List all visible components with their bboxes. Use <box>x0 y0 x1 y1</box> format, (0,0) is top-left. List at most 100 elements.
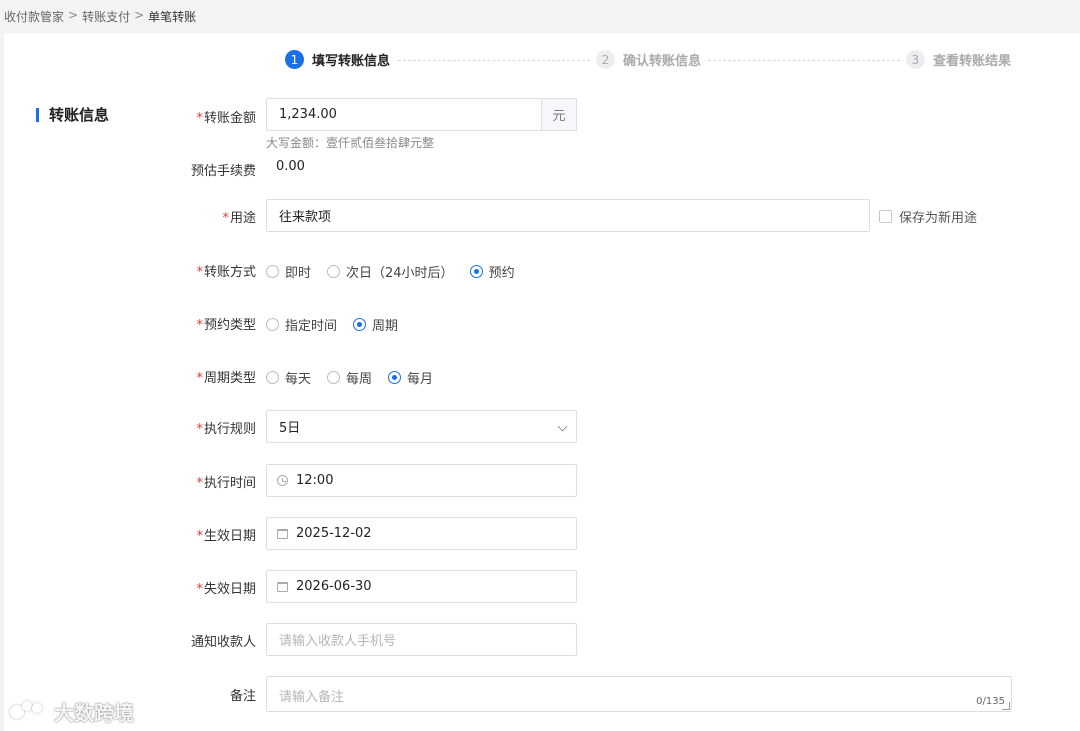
step-progress: 1 填写转账信息 2 确认转账信息 3 查看转账结果 <box>4 33 1080 89</box>
required-mark: * <box>196 318 203 333</box>
fee-row: 预估手续费 0.00 <box>4 159 1080 179</box>
breadcrumb-separator: > <box>68 8 79 22</box>
amount-row: *转账金额 1,234.00 元 大写金额：壹仟贰佰叁拾肆元整 <box>4 98 1080 168</box>
required-mark: * <box>196 371 203 386</box>
exec-time-value: 12:00 <box>296 473 334 488</box>
radio-dot[interactable] <box>388 371 402 384</box>
step-fill-info: 1 填写转账信息 <box>285 50 390 69</box>
chevron-down-icon <box>557 421 568 432</box>
fee-value: 0.00 <box>276 159 305 174</box>
step-number: 1 <box>285 50 304 69</box>
radio-specified-time[interactable]: 指定时间 <box>266 315 337 334</box>
required-mark: * <box>196 582 203 597</box>
amount-value: 1,234.00 <box>279 107 337 122</box>
notify-placeholder: 请输入收款人手机号 <box>279 634 397 649</box>
schedule-type-row: *预约类型 指定时间 周期 <box>4 314 1080 334</box>
remark-textarea[interactable]: 请输入备注 0/135 <box>266 676 1012 712</box>
amount-uppercase-hint: 大写金额：壹仟贰佰叁拾肆元整 <box>266 136 435 150</box>
schedule-type-radio-group: 指定时间 周期 <box>266 315 414 334</box>
radio-dot[interactable] <box>266 371 279 384</box>
radio-dot[interactable] <box>353 318 367 331</box>
exec-time-row: *执行时间 12:00 <box>4 464 1080 497</box>
radio-next-day[interactable]: 次日（24小时后） <box>327 262 454 281</box>
transfer-method-radio-group: 即时 次日（24小时后） 预约 <box>266 262 531 281</box>
required-mark: * <box>222 211 229 226</box>
radio-monthly[interactable]: 每月 <box>388 368 433 387</box>
watermark-logo-icon <box>8 700 50 723</box>
exec-rule-value: 5日 <box>279 421 301 436</box>
calendar-icon <box>277 581 288 592</box>
notify-phone-input[interactable]: 请输入收款人手机号 <box>266 623 577 656</box>
notify-row: 通知收款人 请输入收款人手机号 <box>4 623 1080 656</box>
required-mark: * <box>196 111 203 126</box>
amount-input[interactable]: 1,234.00 <box>266 98 542 131</box>
fee-label: 预估手续费 <box>190 164 256 179</box>
purpose-value: 往来款项 <box>279 210 332 225</box>
cycle-type-radio-group: 每天 每周 每月 <box>266 368 449 387</box>
resize-handle[interactable] <box>1002 702 1010 710</box>
exec-time-label: *执行时间 <box>196 476 256 491</box>
radio-scheduled[interactable]: 预约 <box>469 262 515 281</box>
radio-instant[interactable]: 即时 <box>266 262 311 281</box>
remark-placeholder: 请输入备注 <box>279 690 345 705</box>
cycle-type-row: *周期类型 每天 每周 每月 <box>4 367 1080 387</box>
radio-dot[interactable] <box>469 265 483 278</box>
cycle-type-label: *周期类型 <box>196 371 256 386</box>
exec-rule-row: *执行规则 5日 <box>4 410 1080 443</box>
radio-dot[interactable] <box>266 265 279 278</box>
purpose-row: *用途 往来款项 保存为新用途 <box>4 199 1080 232</box>
transfer-method-row: *转账方式 即时 次日（24小时后） 预约 <box>4 261 1080 281</box>
save-as-new-purpose-checkbox[interactable]: 保存为新用途 <box>879 207 977 226</box>
step-label: 查看转账结果 <box>933 54 1012 69</box>
start-date-picker[interactable]: 2025-12-02 <box>266 517 577 550</box>
required-mark: * <box>196 529 203 544</box>
radio-dot[interactable] <box>266 318 279 331</box>
start-date-row: *生效日期 2025-12-02 <box>4 517 1080 550</box>
breadcrumb-item-payment-manager[interactable]: 收付款管家 <box>4 8 64 25</box>
step-confirm-info: 2 确认转账信息 <box>596 50 701 69</box>
step-connector <box>708 60 900 61</box>
end-date-picker[interactable]: 2026-06-30 <box>266 570 577 603</box>
end-date-value: 2026-06-30 <box>296 579 372 594</box>
required-mark: * <box>196 265 203 280</box>
step-number: 3 <box>906 50 925 69</box>
end-date-row: *失效日期 2026-06-30 <box>4 570 1080 603</box>
step-label: 填写转账信息 <box>312 54 391 69</box>
transfer-form-card: 1 填写转账信息 2 确认转账信息 3 查看转账结果 转账信息 *转账金额 1,… <box>4 33 1080 731</box>
amount-unit-addon: 元 <box>542 98 577 131</box>
watermark-text: 大数跨境 <box>54 701 134 725</box>
purpose-input[interactable]: 往来款项 <box>266 199 870 232</box>
start-date-label: *生效日期 <box>196 529 256 544</box>
radio-daily[interactable]: 每天 <box>266 368 311 387</box>
end-date-label: *失效日期 <box>196 582 256 597</box>
breadcrumb-item-single-transfer: 单笔转账 <box>148 10 197 24</box>
purpose-label: *用途 <box>222 211 256 226</box>
exec-rule-label: *执行规则 <box>196 422 256 437</box>
required-mark: * <box>196 476 203 491</box>
start-date-value: 2025-12-02 <box>296 526 372 541</box>
breadcrumb-item-transfer-payment[interactable]: 转账支付 <box>82 8 130 25</box>
step-label: 确认转账信息 <box>623 54 702 69</box>
checkbox-label: 保存为新用途 <box>899 211 978 226</box>
remark-label: 备注 <box>229 689 256 704</box>
transfer-method-label: *转账方式 <box>196 265 256 280</box>
remark-char-counter: 0/135 <box>976 696 1005 707</box>
radio-dot[interactable] <box>327 265 341 278</box>
radio-dot[interactable] <box>327 371 341 384</box>
schedule-type-label: *预约类型 <box>196 318 256 333</box>
notify-label: 通知收款人 <box>190 635 256 650</box>
clock-icon <box>277 475 288 486</box>
step-view-result: 3 查看转账结果 <box>906 50 1011 69</box>
exec-rule-select[interactable]: 5日 <box>266 410 577 443</box>
exec-time-picker[interactable]: 12:00 <box>266 464 577 497</box>
watermark: 大数跨境 <box>8 697 134 726</box>
radio-periodic[interactable]: 周期 <box>353 315 398 334</box>
checkbox-box[interactable] <box>879 210 892 223</box>
amount-label: *转账金额 <box>196 111 256 126</box>
breadcrumb: 收付款管家 > 转账支付 > 单笔转账 <box>4 8 196 25</box>
breadcrumb-separator: > <box>134 8 145 22</box>
amount-unit: 元 <box>552 109 566 124</box>
required-mark: * <box>196 422 203 437</box>
radio-weekly[interactable]: 每周 <box>327 368 372 387</box>
remark-row: 备注 请输入备注 0/135 <box>4 676 1080 712</box>
